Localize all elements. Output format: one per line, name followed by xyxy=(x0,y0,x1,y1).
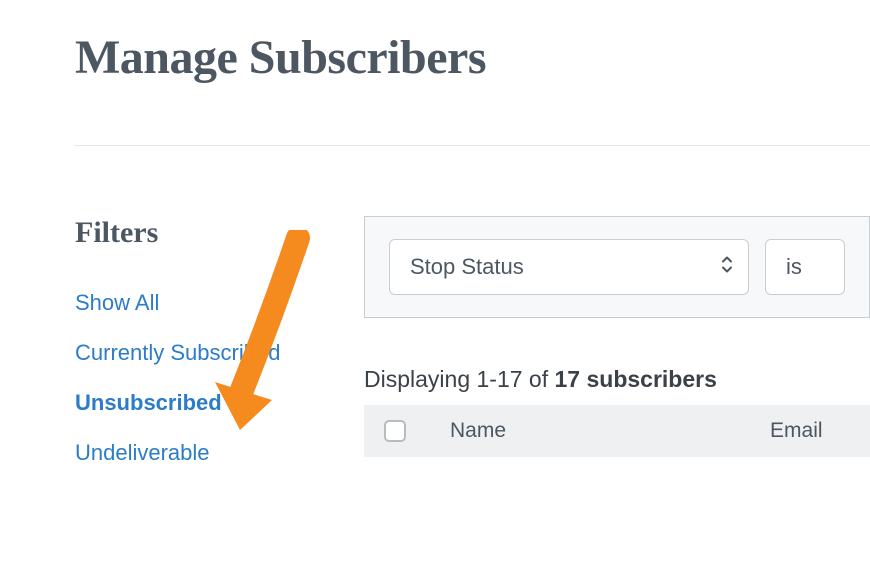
main-content: Stop Status is Displaying 1-17 of 17 sub… xyxy=(364,216,870,478)
select-label: is xyxy=(786,254,802,279)
select-all-checkbox[interactable] xyxy=(384,420,406,442)
filter-unsubscribed[interactable]: Unsubscribed xyxy=(75,378,364,428)
select-label: Stop Status xyxy=(410,254,524,279)
stop-status-select[interactable]: Stop Status xyxy=(389,239,749,295)
filter-undeliverable[interactable]: Undeliverable xyxy=(75,428,364,478)
operator-select[interactable]: is xyxy=(765,239,845,295)
filter-list: Show All Currently Subscribed Unsubscrib… xyxy=(75,278,364,478)
filter-show-all[interactable]: Show All xyxy=(75,278,364,328)
filter-bar: Stop Status is xyxy=(364,216,870,318)
column-name[interactable]: Name xyxy=(450,419,506,443)
results-count: Displaying 1-17 of 17 subscribers xyxy=(364,366,870,393)
filter-currently-subscribed[interactable]: Currently Subscribed xyxy=(75,328,364,378)
filters-heading: Filters xyxy=(75,216,364,250)
table-header: Name Email xyxy=(364,405,870,457)
page-title: Manage Subscribers xyxy=(75,30,870,85)
filters-sidebar: Filters Show All Currently Subscribed Un… xyxy=(75,216,364,478)
column-email[interactable]: Email xyxy=(770,419,823,443)
divider xyxy=(75,145,870,146)
